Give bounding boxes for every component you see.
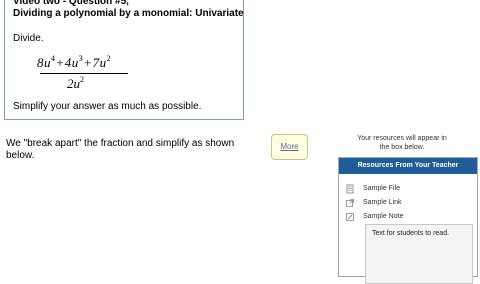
question-subtitle: Dividing a polynomial by a monomial: Uni…	[13, 8, 244, 19]
resource-item-label: Sample Note	[363, 213, 404, 220]
more-button[interactable]: More	[271, 134, 308, 160]
explanation-text: We "break apart" the fraction and simpli…	[6, 138, 235, 161]
resources-panel: Resources From Your Teacher Sample File …	[338, 157, 478, 284]
resource-item-label: Sample File	[363, 185, 400, 192]
external-link-icon	[345, 198, 355, 208]
question-instruction: Divide.	[13, 33, 44, 44]
file-icon	[345, 184, 355, 194]
resource-item-label: Sample Link	[363, 199, 402, 206]
fraction-denominator: 2u2	[67, 75, 84, 91]
note-icon	[345, 212, 355, 222]
question-panel: Video two - Question #5, Dividing a poly…	[4, 0, 244, 120]
resource-item-file[interactable]: Sample File	[345, 184, 400, 194]
fraction-numerator: 8u4+4u3+7u2	[37, 54, 112, 70]
fraction-bar	[40, 73, 128, 74]
simplify-note: Simplify your answer as much as possible…	[13, 101, 202, 112]
resource-item-note[interactable]: Sample Note	[345, 212, 403, 222]
resources-header: Resources From Your Teacher	[339, 158, 477, 174]
resources-hint: Your resources will appear in the box be…	[357, 135, 447, 151]
resource-item-link[interactable]: Sample Link	[345, 198, 402, 208]
note-text-box: Text for students to read.	[365, 224, 473, 284]
